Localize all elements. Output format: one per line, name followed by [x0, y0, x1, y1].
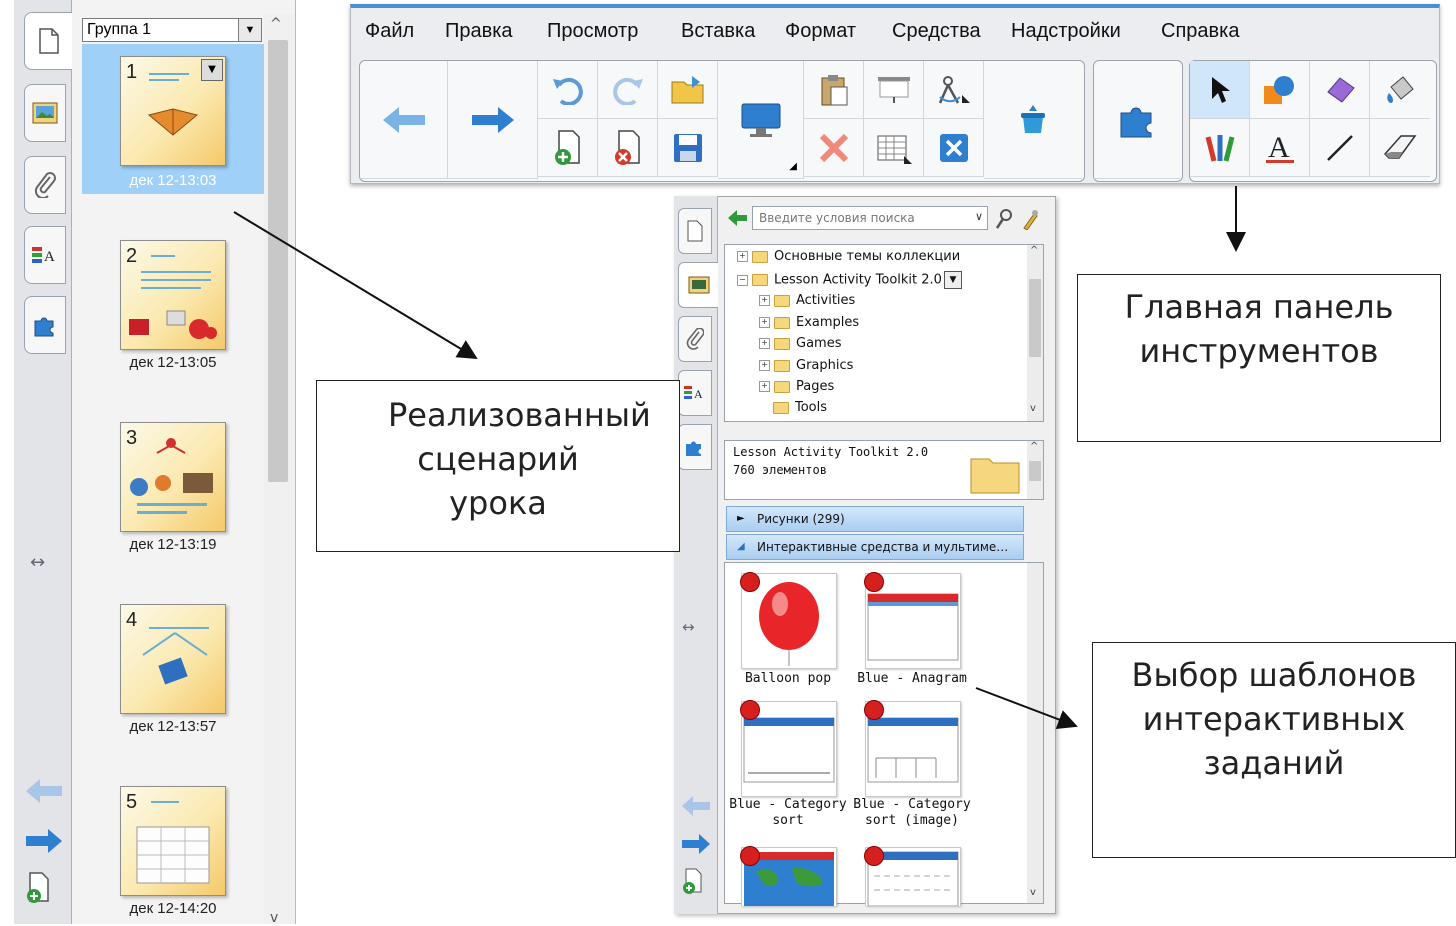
callout-arrows	[233, 186, 1246, 729]
arrow-to-lesson	[233, 211, 478, 360]
arrow-to-templates	[975, 687, 1078, 729]
